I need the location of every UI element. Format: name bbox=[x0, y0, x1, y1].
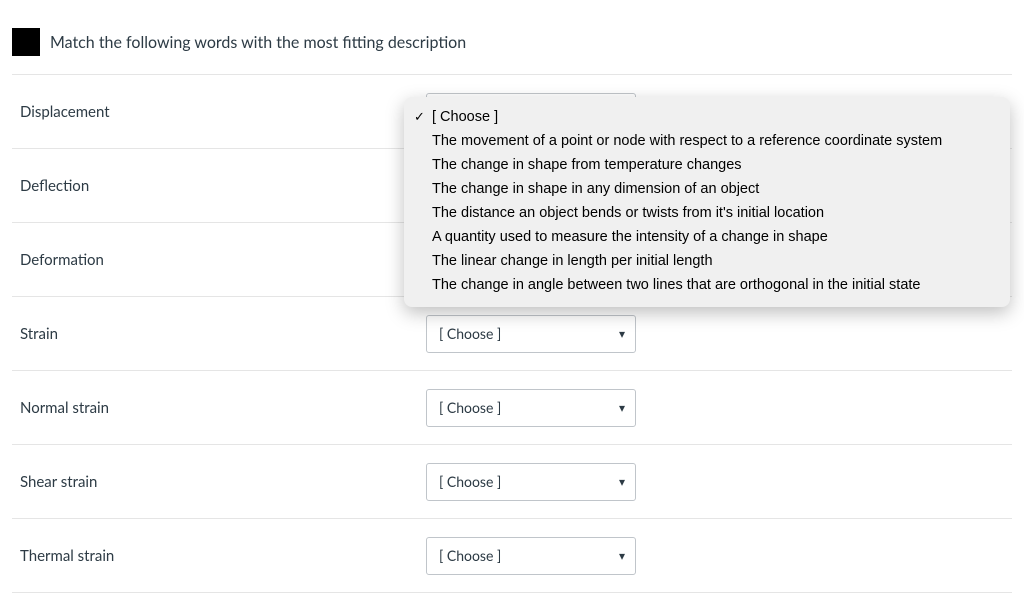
dropdown-option-2[interactable]: The change in shape from temperature cha… bbox=[404, 153, 1010, 177]
term-label: Normal strain bbox=[16, 399, 426, 417]
dropdown-option-5[interactable]: A quantity used to measure the intensity… bbox=[404, 225, 1010, 249]
match-row-normal-strain: Normal strain [ Choose ] ▾ bbox=[12, 371, 1012, 445]
dropdown-option-6[interactable]: The linear change in length per initial … bbox=[404, 249, 1010, 273]
dropdown-option-label: The movement of a point or node with res… bbox=[432, 130, 996, 152]
dropdown-panel[interactable]: ✓ [ Choose ] The movement of a point or … bbox=[404, 97, 1010, 307]
term-label: Strain bbox=[16, 325, 426, 343]
dropdown-option-label: The change in angle between two lines th… bbox=[432, 274, 996, 296]
select-value: [ Choose ] bbox=[439, 399, 501, 416]
match-row-strain: Strain [ Choose ] ▾ bbox=[12, 297, 1012, 371]
term-label: Deflection bbox=[16, 177, 426, 195]
question-container: Match the following words with the most … bbox=[0, 0, 1024, 593]
chevron-down-icon: ▾ bbox=[619, 326, 625, 341]
select-value: [ Choose ] bbox=[439, 547, 501, 564]
dropdown-option-label: The change in shape from temperature cha… bbox=[432, 154, 996, 176]
check-icon: ✓ bbox=[414, 106, 432, 128]
chevron-down-icon: ▾ bbox=[619, 400, 625, 415]
dropdown-option-1[interactable]: The movement of a point or node with res… bbox=[404, 129, 1010, 153]
question-number-box bbox=[12, 28, 40, 56]
chevron-down-icon: ▾ bbox=[619, 548, 625, 563]
term-label: Displacement bbox=[16, 103, 426, 121]
answer-select-strain[interactable]: [ Choose ] ▾ bbox=[426, 315, 636, 353]
dropdown-option-label: The distance an object bends or twists f… bbox=[432, 202, 996, 224]
dropdown-option-label: A quantity used to measure the intensity… bbox=[432, 226, 996, 248]
dropdown-option-label: [ Choose ] bbox=[432, 106, 996, 128]
dropdown-option-7[interactable]: The change in angle between two lines th… bbox=[404, 273, 1010, 297]
dropdown-option-choose[interactable]: ✓ [ Choose ] bbox=[404, 105, 1010, 129]
answer-select-thermal-strain[interactable]: [ Choose ] ▾ bbox=[426, 537, 636, 575]
dropdown-option-4[interactable]: The distance an object bends or twists f… bbox=[404, 201, 1010, 225]
term-label: Thermal strain bbox=[16, 547, 426, 565]
dropdown-option-label: The linear change in length per initial … bbox=[432, 250, 996, 272]
match-row-thermal-strain: Thermal strain [ Choose ] ▾ bbox=[12, 519, 1012, 593]
dropdown-option-3[interactable]: The change in shape in any dimension of … bbox=[404, 177, 1010, 201]
select-value: [ Choose ] bbox=[439, 473, 501, 490]
answer-select-normal-strain[interactable]: [ Choose ] ▾ bbox=[426, 389, 636, 427]
question-prompt: Match the following words with the most … bbox=[50, 33, 466, 52]
select-value: [ Choose ] bbox=[439, 325, 501, 342]
answer-select-shear-strain[interactable]: [ Choose ] ▾ bbox=[426, 463, 636, 501]
term-label: Deformation bbox=[16, 251, 426, 269]
match-row-shear-strain: Shear strain [ Choose ] ▾ bbox=[12, 445, 1012, 519]
term-label: Shear strain bbox=[16, 473, 426, 491]
chevron-down-icon: ▾ bbox=[619, 474, 625, 489]
question-header: Match the following words with the most … bbox=[12, 28, 1012, 75]
dropdown-option-label: The change in shape in any dimension of … bbox=[432, 178, 996, 200]
